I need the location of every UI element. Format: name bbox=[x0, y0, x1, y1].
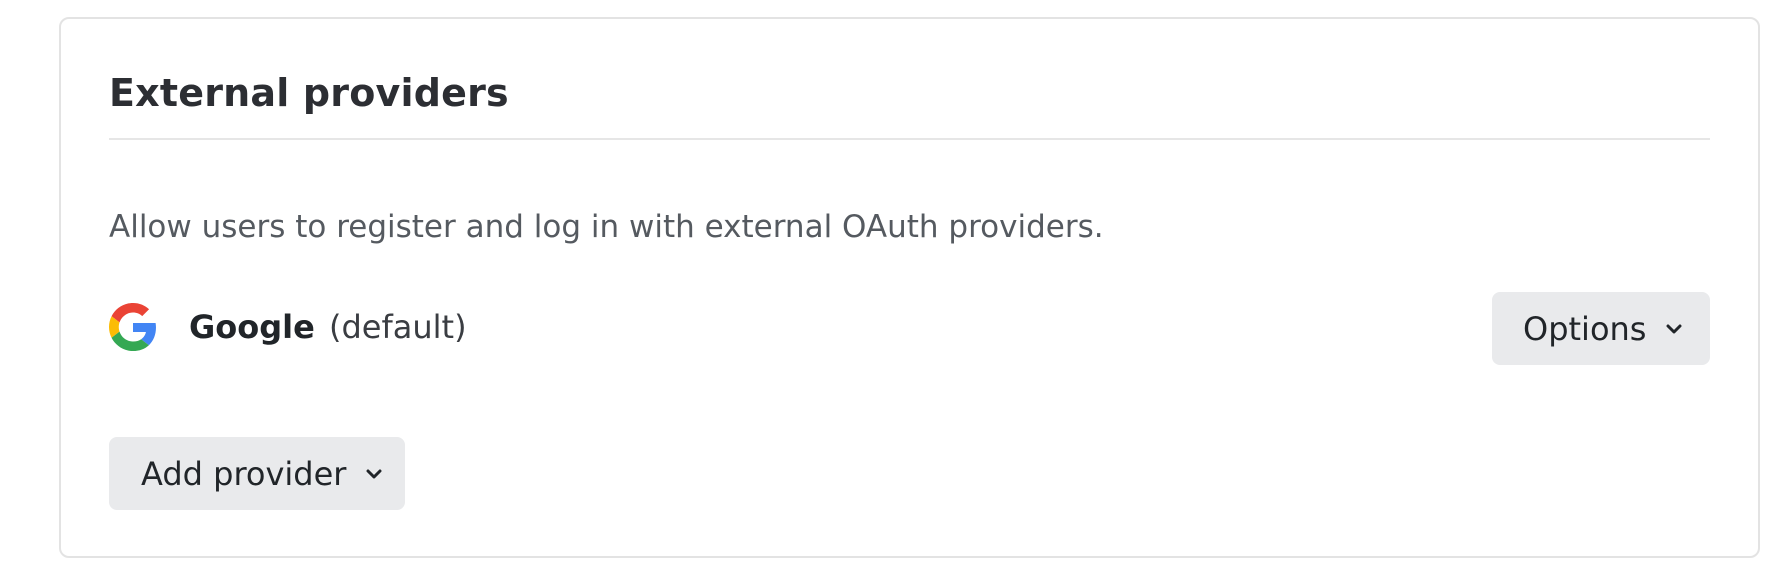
provider-name: Google bbox=[189, 308, 315, 346]
add-provider-button[interactable]: Add provider bbox=[109, 437, 405, 510]
options-button-label: Options bbox=[1523, 309, 1647, 348]
card-content: External providers Allow users to regist… bbox=[109, 19, 1710, 556]
provider-default-tag: (default) bbox=[328, 308, 467, 346]
external-providers-card: External providers Allow users to regist… bbox=[59, 17, 1760, 558]
section-title: External providers bbox=[109, 71, 509, 115]
google-logo-icon bbox=[109, 303, 157, 351]
provider-label: Google (default) bbox=[189, 308, 467, 346]
provider-row-google: Google (default) Options bbox=[109, 292, 1710, 365]
chevron-down-icon bbox=[1666, 324, 1682, 334]
section-description: Allow users to register and log in with … bbox=[109, 209, 1104, 245]
chevron-down-icon bbox=[366, 469, 382, 479]
provider-options-button[interactable]: Options bbox=[1492, 292, 1710, 365]
title-divider bbox=[109, 138, 1710, 140]
add-provider-label: Add provider bbox=[141, 454, 347, 493]
